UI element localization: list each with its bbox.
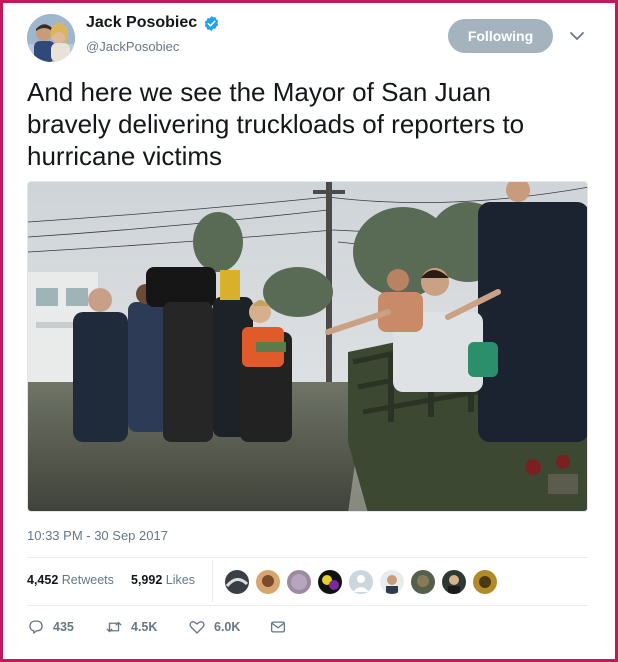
screenshot-frame (0, 0, 618, 662)
